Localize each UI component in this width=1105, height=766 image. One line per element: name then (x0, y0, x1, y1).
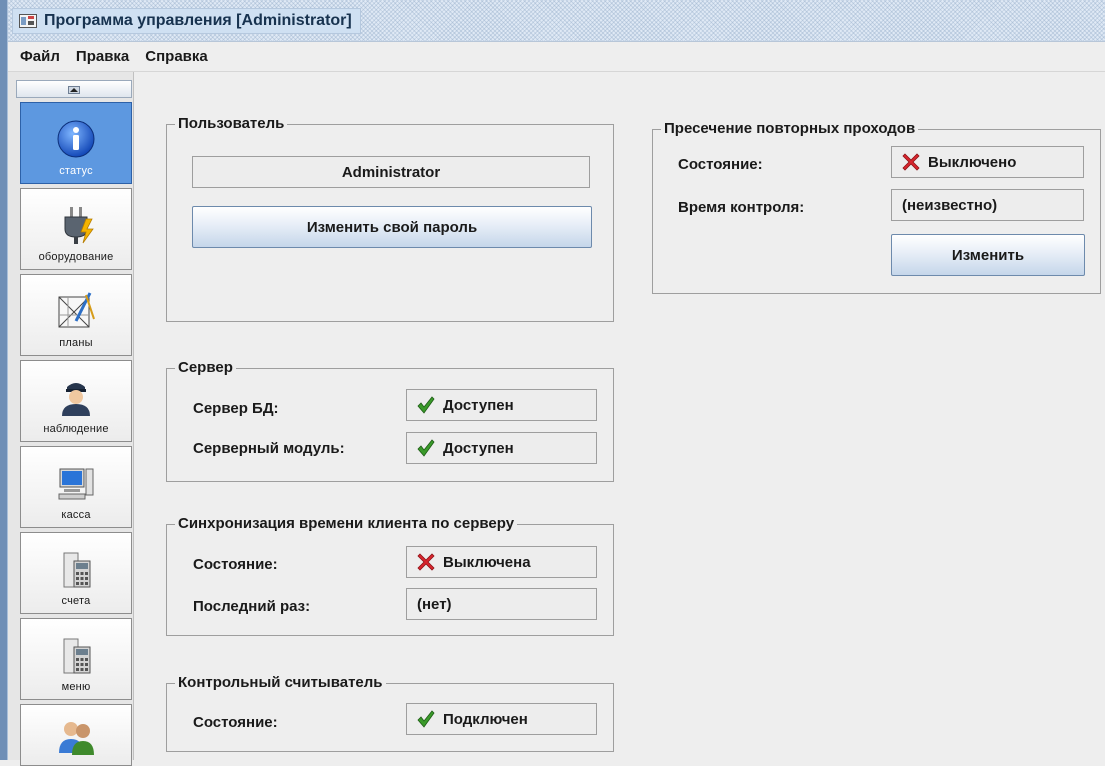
sync-last-field: (нет) (406, 588, 597, 620)
sidebar-item-status[interactable]: статус (20, 102, 132, 184)
time-sync-group: Синхронизация времени клиента по серверу… (166, 514, 614, 636)
antipassback-state-value: Выключено (928, 153, 1017, 171)
menu-edit[interactable]: Правка (74, 46, 131, 67)
antipassback-group: Пресечение повторных проходов Состояние:… (652, 119, 1101, 294)
reader-group-title: Контрольный считыватель (175, 673, 386, 693)
time-sync-group-title: Синхронизация времени клиента по серверу (175, 514, 518, 534)
control-time-label: Время контроля: (678, 199, 805, 216)
sidebar-collapse-button[interactable] (16, 80, 132, 98)
antipassback-state-field: Выключено (891, 146, 1084, 178)
calculator-icon (54, 633, 98, 677)
db-server-status-text: Доступен (443, 396, 514, 414)
sidebar-item-cashdesk[interactable]: касса (20, 446, 132, 528)
guard-icon (54, 375, 98, 419)
server-module-status-text: Доступен (443, 439, 514, 457)
users-icon (54, 717, 98, 757)
user-group: Пользователь Administrator Изменить свой… (166, 114, 614, 322)
menu-help[interactable]: Справка (143, 46, 209, 67)
cross-icon (902, 153, 920, 171)
control-time-field: (неизвестно) (891, 189, 1084, 221)
check-icon (417, 439, 435, 457)
sidebar-item-label: планы (59, 337, 93, 349)
username-field: Administrator (192, 156, 590, 188)
sidebar-item-label: касса (61, 509, 91, 521)
sync-last-label: Последний раз: (193, 598, 311, 615)
window-title: Программа управления [Administrator] (44, 12, 352, 29)
sync-state-label: Состояние: (193, 556, 278, 573)
server-group-title: Сервер (175, 358, 236, 378)
server-module-status: Доступен (406, 432, 597, 464)
sidebar-item-plans[interactable]: планы (20, 274, 132, 356)
title-bar[interactable]: Программа управления [Administrator] (8, 0, 1105, 42)
server-module-label: Серверный модуль: (193, 440, 345, 457)
reader-state-value: Подключен (443, 710, 528, 728)
antipassback-group-title: Пресечение повторных проходов (661, 119, 919, 139)
sidebar: статус оборудование планы наблюдение кас… (8, 72, 134, 766)
plug-icon (54, 203, 98, 247)
triangle-up-icon (68, 81, 80, 98)
title-box: Программа управления [Administrator] (12, 8, 361, 34)
check-icon (417, 396, 435, 414)
computer-icon (54, 461, 98, 505)
menu-bar: Файл Правка Справка (8, 42, 1105, 72)
info-icon (54, 117, 98, 161)
cross-icon (417, 553, 435, 571)
sidebar-item-surveillance[interactable]: наблюдение (20, 360, 132, 442)
change-password-button[interactable]: Изменить свой пароль (192, 206, 592, 248)
sidebar-item-label: меню (61, 681, 91, 693)
sidebar-item-label: статус (59, 165, 93, 177)
window-left-frame (0, 0, 8, 760)
sync-state-field: Выключена (406, 546, 597, 578)
antipassback-state-label: Состояние: (678, 156, 763, 173)
antipassback-change-button[interactable]: Изменить (891, 234, 1085, 276)
server-group: Сервер Сервер БД: Доступен Серверный мод… (166, 358, 614, 482)
calculator-icon (54, 547, 98, 591)
sidebar-item-invoices[interactable]: счета (20, 532, 132, 614)
plans-icon (54, 289, 98, 333)
db-server-status: Доступен (406, 389, 597, 421)
reader-group: Контрольный считыватель Состояние: Подкл… (166, 673, 614, 752)
reader-state-label: Состояние: (193, 714, 278, 731)
sidebar-item-menu[interactable]: меню (20, 618, 132, 700)
sidebar-item-equipment[interactable]: оборудование (20, 188, 132, 270)
username-value: Administrator (341, 163, 441, 181)
sidebar-item-label: оборудование (38, 251, 114, 263)
sync-state-value: Выключена (443, 553, 531, 571)
control-time-value: (неизвестно) (902, 196, 998, 214)
check-icon (417, 710, 435, 728)
sidebar-item-users[interactable] (20, 704, 132, 766)
sync-last-value: (нет) (417, 595, 452, 613)
reader-state-field: Подключен (406, 703, 597, 735)
menu-file[interactable]: Файл (18, 46, 62, 67)
db-server-label: Сервер БД: (193, 400, 279, 417)
sidebar-item-label: наблюдение (43, 423, 109, 435)
app-icon (19, 14, 37, 28)
user-group-title: Пользователь (175, 114, 288, 134)
sidebar-item-label: счета (61, 595, 91, 607)
